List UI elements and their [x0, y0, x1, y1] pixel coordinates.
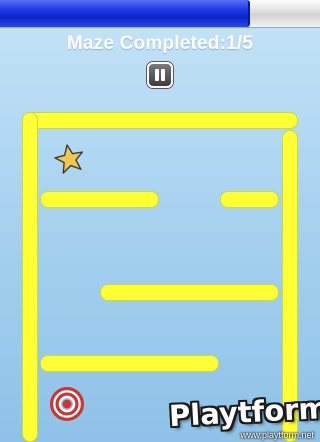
maze-wall-bar-3 [100, 284, 279, 301]
progress-fill [0, 0, 250, 27]
maze-wall-bar-1 [40, 191, 159, 208]
watermark-url: www.playtform.net [240, 430, 314, 440]
target-icon [50, 387, 84, 421]
maze-wall-bar-4 [40, 355, 219, 372]
star-icon[interactable] [53, 143, 85, 175]
progress-bar [0, 0, 320, 28]
watermark: Playtform www.playtform.net [165, 391, 320, 442]
maze-wall-left [22, 112, 38, 442]
maze-wall-top [22, 112, 298, 129]
maze-wall-bar-2 [220, 191, 279, 208]
pause-button[interactable] [147, 62, 173, 88]
watermark-logo: Playtform [168, 390, 320, 434]
maze-status: Maze Completed:1/5 [66, 33, 254, 54]
